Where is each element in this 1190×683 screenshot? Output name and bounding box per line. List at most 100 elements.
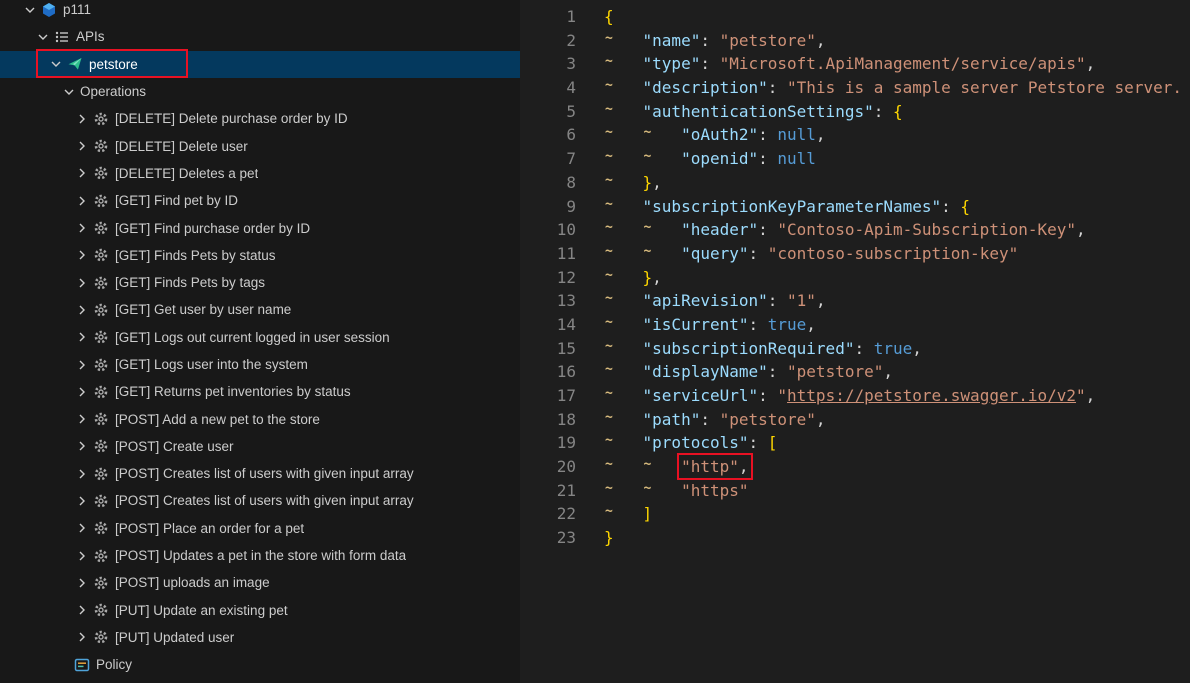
- tree-item-post-creates-list-of-users-with-given-input-array[interactable]: [POST] Creates list of users with given …: [0, 460, 520, 487]
- tree-item-label: [POST] Updates a pet in the store with f…: [115, 548, 406, 563]
- tree-item-get-finds-pets-by-status[interactable]: [GET] Finds Pets by status: [0, 242, 520, 269]
- chevron-right-icon[interactable]: [74, 247, 90, 263]
- tree-item-post-create-user[interactable]: [POST] Create user: [0, 433, 520, 460]
- chevron-down-icon[interactable]: [35, 29, 51, 45]
- url-link[interactable]: https://petstore.swagger.io/v2: [787, 386, 1076, 405]
- tree-item-label: [PUT] Updated user: [115, 630, 234, 645]
- code-line[interactable]: 17"serviceUrl": "https://petstore.swagge…: [520, 384, 1190, 408]
- tree-item-petstore[interactable]: petstore: [0, 51, 520, 78]
- chevron-right-icon[interactable]: [74, 575, 90, 591]
- tree-item-put-update-an-existing-pet[interactable]: [PUT] Update an existing pet: [0, 597, 520, 624]
- code-text: }: [604, 526, 614, 550]
- code-line[interactable]: 19"protocols": [: [520, 431, 1190, 455]
- code-line[interactable]: 3"type": "Microsoft.ApiManagement/servic…: [520, 52, 1190, 76]
- chevron-right-icon[interactable]: [74, 602, 90, 618]
- chevron-right-icon[interactable]: [74, 111, 90, 127]
- tree-item-apis[interactable]: APIs: [0, 23, 520, 50]
- code-line[interactable]: 12},: [520, 266, 1190, 290]
- tree-item-get-get-user-by-user-name[interactable]: [GET] Get user by user name: [0, 296, 520, 323]
- tree-item-delete-deletes-a-pet[interactable]: [DELETE] Deletes a pet: [0, 160, 520, 187]
- operation-icon: [93, 357, 109, 373]
- line-number: 1: [520, 5, 576, 29]
- chevron-right-icon[interactable]: [74, 275, 90, 291]
- chevron-right-icon[interactable]: [74, 193, 90, 209]
- operation-icon: [93, 629, 109, 645]
- line-number: 11: [520, 242, 576, 266]
- operation-icon: [93, 384, 109, 400]
- tree-item-post-place-an-order-for-a-pet[interactable]: [POST] Place an order for a pet: [0, 515, 520, 542]
- tree-item-get-finds-pets-by-tags[interactable]: [GET] Finds Pets by tags: [0, 269, 520, 296]
- chevron-right-icon[interactable]: [74, 466, 90, 482]
- chevron-down-icon[interactable]: [48, 56, 64, 72]
- code-line[interactable]: 11"query": "contoso-subscription-key": [520, 242, 1190, 266]
- chevron-right-icon[interactable]: [74, 138, 90, 154]
- tree-item-label: p111: [63, 2, 91, 17]
- chevron-right-icon[interactable]: [74, 384, 90, 400]
- code-line[interactable]: 8},: [520, 171, 1190, 195]
- code-line[interactable]: 7"openid": null: [520, 147, 1190, 171]
- apim-service-icon: [41, 2, 57, 18]
- tree-item-post-uploads-an-image[interactable]: [POST] uploads an image: [0, 569, 520, 596]
- tree-item-operations[interactable]: Operations: [0, 78, 520, 105]
- chevron-right-icon[interactable]: [74, 520, 90, 536]
- chevron-right-icon[interactable]: [74, 220, 90, 236]
- code-line[interactable]: 9"subscriptionKeyParameterNames": {: [520, 195, 1190, 219]
- code-line[interactable]: 10"header": "Contoso-Apim-Subscription-K…: [520, 218, 1190, 242]
- tree-item-post-updates-a-pet-in-the-store-with-form-data[interactable]: [POST] Updates a pet in the store with f…: [0, 542, 520, 569]
- tree-item-delete-delete-user[interactable]: [DELETE] Delete user: [0, 132, 520, 159]
- code-line[interactable]: 20"http",: [520, 455, 1190, 479]
- json-editor[interactable]: 1{2"name": "petstore",3"type": "Microsof…: [520, 0, 1190, 683]
- token-pun: :: [874, 102, 893, 121]
- token-key: "type": [643, 54, 701, 73]
- operation-icon: [93, 411, 109, 427]
- code-line[interactable]: 4"description": "This is a sample server…: [520, 76, 1190, 100]
- token-key: "protocols": [643, 433, 749, 452]
- code-line[interactable]: 6"oAuth2": null,: [520, 123, 1190, 147]
- chevron-down-icon[interactable]: [22, 2, 38, 18]
- chevron-right-icon[interactable]: [74, 493, 90, 509]
- chevron-right-icon[interactable]: [74, 165, 90, 181]
- code-line[interactable]: 15"subscriptionRequired": true,: [520, 337, 1190, 361]
- tree-item-get-find-pet-by-id[interactable]: [GET] Find pet by ID: [0, 187, 520, 214]
- tree-item-label: [POST] uploads an image: [115, 575, 270, 590]
- tree-item-policy[interactable]: Policy: [0, 651, 520, 678]
- tree-item-delete-delete-purchase-order-by-id[interactable]: [DELETE] Delete purchase order by ID: [0, 105, 520, 132]
- token-key: "apiRevision": [643, 291, 768, 310]
- code-line[interactable]: 2"name": "petstore",: [520, 29, 1190, 53]
- line-number: 21: [520, 479, 576, 503]
- tree-item-p111[interactable]: p111: [0, 0, 520, 23]
- tree-item-post-creates-list-of-users-with-given-input-array[interactable]: [POST] Creates list of users with given …: [0, 487, 520, 514]
- code-line[interactable]: 5"authenticationSettings": {: [520, 100, 1190, 124]
- tree-item-post-add-a-new-pet-to-the-store[interactable]: [POST] Add a new pet to the store: [0, 405, 520, 432]
- chevron-right-icon[interactable]: [74, 548, 90, 564]
- token-pun: ,: [652, 268, 662, 287]
- line-number: 14: [520, 313, 576, 337]
- chevron-right-icon[interactable]: [74, 411, 90, 427]
- chevron-right-icon[interactable]: [74, 438, 90, 454]
- tree-item-get-logs-out-current-logged-in-user-session[interactable]: [GET] Logs out current logged in user se…: [0, 324, 520, 351]
- code-text: "header": "Contoso-Apim-Subscription-Key…: [604, 218, 1086, 242]
- code-line[interactable]: 13"apiRevision": "1",: [520, 289, 1190, 313]
- code-line[interactable]: 14"isCurrent": true,: [520, 313, 1190, 337]
- chevron-right-icon[interactable]: [74, 357, 90, 373]
- token-pun: ,: [912, 339, 922, 358]
- chevron-right-icon[interactable]: [74, 329, 90, 345]
- code-text: "name": "petstore",: [604, 29, 826, 53]
- chevron-down-icon[interactable]: [61, 84, 77, 100]
- chevron-right-icon[interactable]: [74, 302, 90, 318]
- code-line[interactable]: 1{: [520, 5, 1190, 29]
- tree-item-label: [GET] Logs out current logged in user se…: [115, 330, 390, 345]
- code-line[interactable]: 16"displayName": "petstore",: [520, 360, 1190, 384]
- token-str: ": [1076, 386, 1086, 405]
- code-line[interactable]: 22]: [520, 502, 1190, 526]
- code-line[interactable]: 21"https": [520, 479, 1190, 503]
- tree-item-get-logs-user-into-the-system[interactable]: [GET] Logs user into the system: [0, 351, 520, 378]
- tree-item-put-updated-user[interactable]: [PUT] Updated user: [0, 624, 520, 651]
- tree-item-get-returns-pet-inventories-by-status[interactable]: [GET] Returns pet inventories by status: [0, 378, 520, 405]
- chevron-right-icon[interactable]: [74, 629, 90, 645]
- tree-item-get-find-purchase-order-by-id[interactable]: [GET] Find purchase order by ID: [0, 214, 520, 241]
- code-line[interactable]: 23}: [520, 526, 1190, 550]
- operation-icon: [93, 193, 109, 209]
- code-line[interactable]: 18"path": "petstore",: [520, 408, 1190, 432]
- tree-item-label: [PUT] Update an existing pet: [115, 603, 288, 618]
